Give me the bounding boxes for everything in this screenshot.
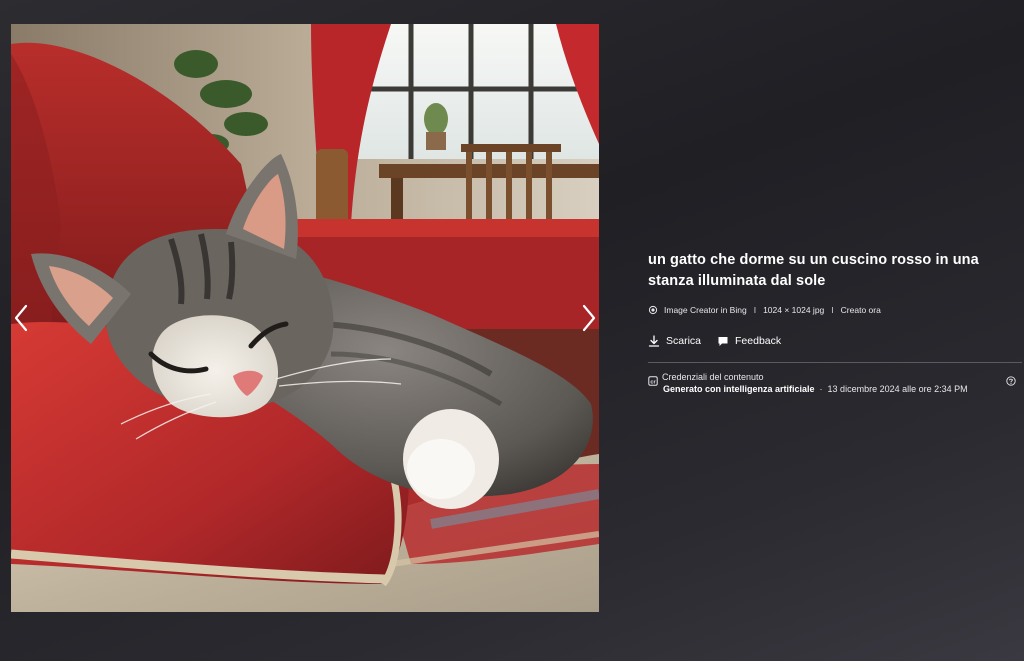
meta-separator: I [831, 305, 834, 315]
generated-image [11, 24, 599, 612]
credentials-heading: Credenziali del contenuto [662, 372, 764, 382]
image-actions: Scarica Feedback [648, 333, 1022, 349]
credentials-details: Generato con intelligenza artificiale · 13… [663, 383, 1022, 396]
download-button[interactable]: Scarica [648, 335, 701, 347]
feedback-icon [718, 337, 728, 346]
chevron-right-icon [582, 304, 596, 332]
previous-image-button[interactable] [10, 300, 32, 336]
download-label: Scarica [666, 335, 702, 347]
feedback-button[interactable]: Feedback [717, 335, 781, 347]
chevron-left-icon [14, 304, 28, 332]
help-icon[interactable] [1006, 373, 1016, 386]
svg-text:cr: cr [650, 379, 656, 385]
meta-separator: I [753, 305, 757, 315]
details-divider [648, 362, 1022, 363]
creator-name: Image Creator in Bing [664, 305, 747, 315]
feedback-label: Feedback [735, 335, 782, 347]
sleeping-cat-illustration [11, 24, 599, 612]
image-dimensions: 1024 × 1024 jpg [763, 305, 825, 315]
content-credentials-icon: cr [648, 373, 658, 386]
image-creator-icon [648, 305, 658, 315]
image-metadata: Image Creator in Bing I 1024 × 1024 jpg … [648, 303, 1022, 317]
download-icon [648, 335, 660, 347]
created-time: Creato ora [840, 305, 881, 315]
image-prompt-title: un gatto che dorme su un cuscino rosso i… [648, 252, 979, 289]
generation-date: 13 dicembre 2024 alle ore 2:34 PM [827, 384, 968, 394]
ai-generated-label: Generato con intelligenza artificiale [663, 384, 815, 394]
credentials-dot-separator: · [819, 384, 823, 394]
next-image-button[interactable] [578, 300, 600, 336]
image-details-panel: un gatto che dorme su un cuscino rosso i… [648, 250, 1022, 396]
content-credentials: cr Credenziali del contenuto Generato co… [648, 372, 1022, 396]
